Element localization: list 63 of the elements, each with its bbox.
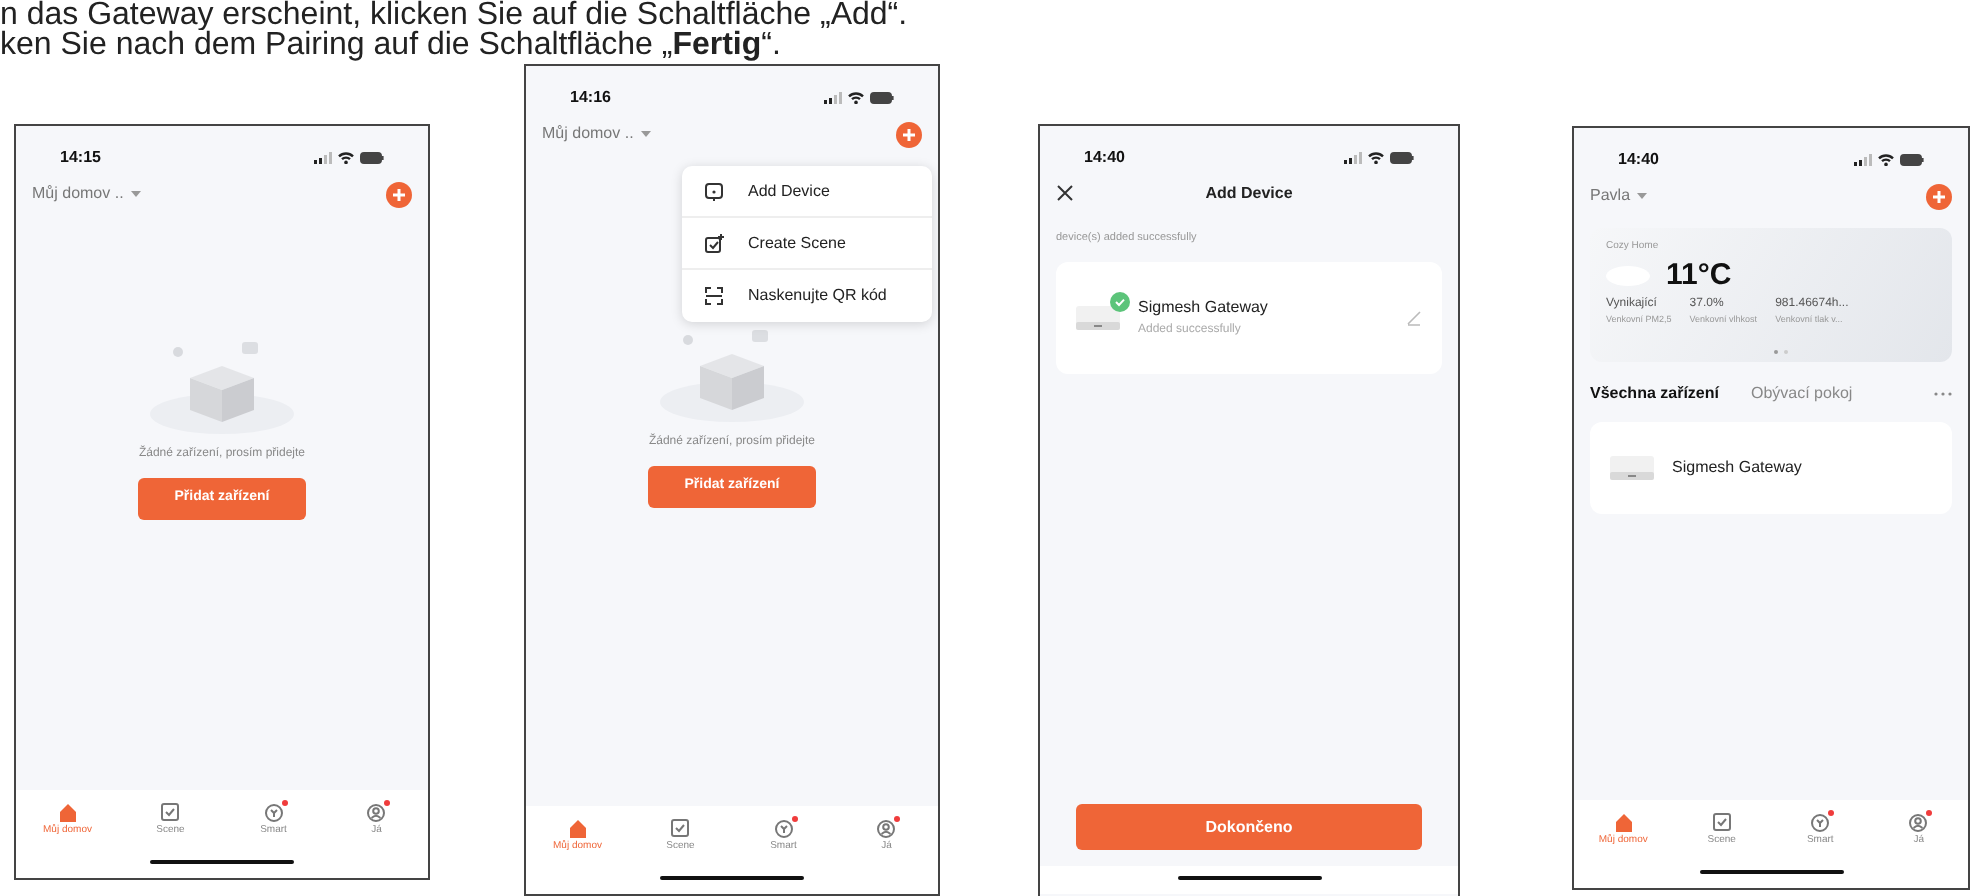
- profile-icon: [366, 802, 387, 822]
- room-tab[interactable]: Obývací pokoj: [1750, 382, 1853, 406]
- signal-icon: [1854, 153, 1872, 165]
- edit-icon[interactable]: [1406, 310, 1422, 327]
- scan-icon: [704, 286, 724, 306]
- battery-icon: [1900, 153, 1924, 165]
- smart-icon: [263, 802, 284, 822]
- menu-item[interactable]: Naskenujte QR kód: [682, 270, 932, 322]
- temperature: 11°C: [1666, 259, 1732, 289]
- page-title: Add Device: [1205, 182, 1293, 206]
- empty-box-drawing: [150, 342, 294, 434]
- wifi-icon: [848, 91, 864, 103]
- gateway-icon: [1076, 306, 1120, 331]
- caret-icon: [639, 130, 652, 138]
- home-icon: [57, 802, 78, 822]
- menu-item[interactable]: Add Device: [682, 166, 932, 218]
- status-time: 14:16: [570, 85, 611, 109]
- empty-box-drawing: [660, 330, 804, 422]
- status-time: 14:40: [1084, 145, 1125, 169]
- smart-icon: [773, 818, 794, 838]
- caret-icon: [1636, 192, 1649, 200]
- status-time: 14:15: [60, 145, 101, 169]
- home-indicator: [150, 860, 294, 864]
- checkbox-icon: [670, 818, 691, 838]
- room-tab[interactable]: Všechna zařízení: [1590, 382, 1719, 406]
- home-indicator: [660, 876, 804, 880]
- device-name: Sigmesh Gateway: [1672, 456, 1804, 480]
- wifi-icon: [338, 151, 354, 163]
- add-icon[interactable]: [1926, 183, 1952, 209]
- checkbox-icon: [160, 802, 181, 822]
- add-icon[interactable]: [386, 181, 412, 207]
- checkbox-icon: [1711, 812, 1732, 832]
- menu-item[interactable]: Create Scene: [682, 218, 932, 270]
- home-indicator: [1699, 870, 1843, 874]
- home-selector[interactable]: Můj domov ..: [542, 122, 652, 146]
- home-selector[interactable]: Pavla: [1590, 184, 1649, 208]
- profile-icon: [876, 818, 897, 838]
- battery-icon: [1390, 151, 1414, 163]
- signal-icon: [1344, 151, 1362, 163]
- battery-icon: [360, 151, 384, 163]
- done-button[interactable]: Dokončeno: [1076, 804, 1422, 850]
- signal-icon: [314, 151, 332, 163]
- signal-icon: [824, 91, 842, 103]
- instruction-text: ken Sie nach dem Pairing auf die Schaltfläche „Fertig“.: [0, 30, 781, 60]
- wifi-icon: [1368, 151, 1384, 163]
- profile-icon: [1908, 812, 1929, 832]
- home-icon: [1613, 812, 1634, 832]
- home-selector[interactable]: Můj domov ..: [32, 182, 142, 206]
- home-indicator: [1177, 876, 1321, 880]
- wifi-icon: [1878, 153, 1894, 165]
- status-time: 14:40: [1618, 147, 1659, 171]
- gateway-icon: [1610, 456, 1654, 480]
- add-icon[interactable]: [896, 121, 922, 147]
- battery-icon: [870, 91, 894, 103]
- smart-icon: [1810, 812, 1831, 832]
- device-name: Sigmesh Gateway: [1138, 296, 1270, 321]
- close-icon[interactable]: [1056, 184, 1074, 202]
- caret-icon: [129, 190, 142, 198]
- home-icon: [567, 818, 588, 838]
- device-card[interactable]: Sigmesh Gateway: [1590, 422, 1952, 514]
- device-icon: [704, 181, 724, 201]
- instruction-text: n das Gateway erscheint, klicken Sie auf die Schaltfläche „Add“.: [0, 0, 908, 30]
- scene-icon: [704, 233, 724, 253]
